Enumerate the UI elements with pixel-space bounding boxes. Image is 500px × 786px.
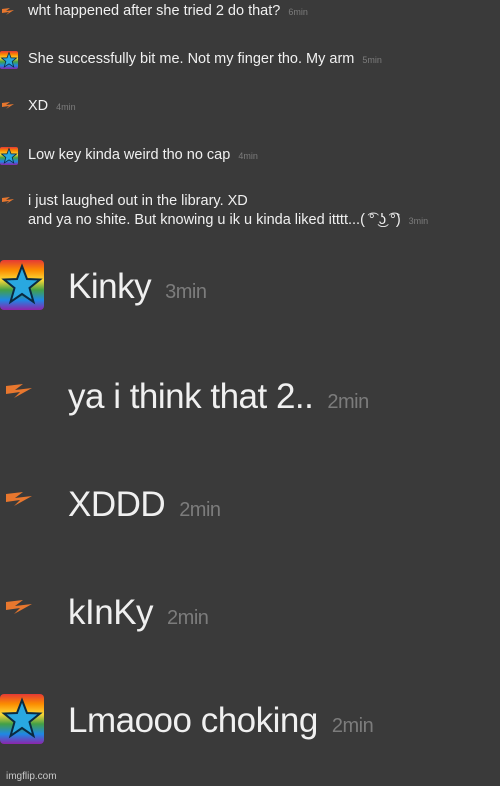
message-text: Low key kinda weird tho no cap 4min xyxy=(28,147,258,163)
message-timestamp: 6min xyxy=(288,7,308,17)
message-text: XDDD 2min xyxy=(68,485,221,524)
message-text: Lmaooo choking 2min xyxy=(68,701,374,740)
rainbow-star-avatar-icon[interactable] xyxy=(0,147,18,165)
rainbow-star-avatar-icon[interactable] xyxy=(0,51,18,69)
message-timestamp: 2min xyxy=(179,499,221,521)
message-timestamp: 2min xyxy=(327,391,369,413)
message-timestamp: 2min xyxy=(331,715,374,737)
chat-log: wht happened after she tried 2 do that? 6… xyxy=(0,0,500,786)
message-text: ya i think that 2.. 2min xyxy=(68,377,369,416)
imgflip-watermark: imgflip.com xyxy=(6,771,57,782)
message-timestamp: 2min xyxy=(167,607,209,629)
rainbow-star-avatar-icon[interactable] xyxy=(0,260,44,310)
message-text: kInKy 2min xyxy=(68,593,209,632)
message-text: XD 4min xyxy=(28,98,76,114)
lightning-avatar-icon[interactable] xyxy=(4,596,34,616)
message-text: She successfully bit me. Not my finger t… xyxy=(28,51,382,67)
message-timestamp: 5min xyxy=(362,55,382,65)
lightning-avatar-icon[interactable] xyxy=(4,488,34,508)
message-timestamp: 4min xyxy=(56,102,76,112)
message-text-line: i just laughed out in the library. XD xyxy=(28,193,248,209)
lightning-avatar-icon[interactable] xyxy=(4,380,34,400)
message-timestamp: 4min xyxy=(238,151,258,161)
message-text: Kinky 3min xyxy=(68,267,207,306)
message-timestamp: 3min xyxy=(165,281,207,303)
message-text-line: and ya no shite. But knowing u ik u kind… xyxy=(28,212,429,228)
lightning-avatar-icon[interactable] xyxy=(1,195,15,205)
message-timestamp: 3min xyxy=(408,216,429,226)
message-text: wht happened after she tried 2 do that? 6… xyxy=(28,3,308,19)
rainbow-star-avatar-icon[interactable] xyxy=(0,694,44,744)
lightning-avatar-icon[interactable] xyxy=(1,100,15,110)
lightning-avatar-icon[interactable] xyxy=(1,6,15,16)
